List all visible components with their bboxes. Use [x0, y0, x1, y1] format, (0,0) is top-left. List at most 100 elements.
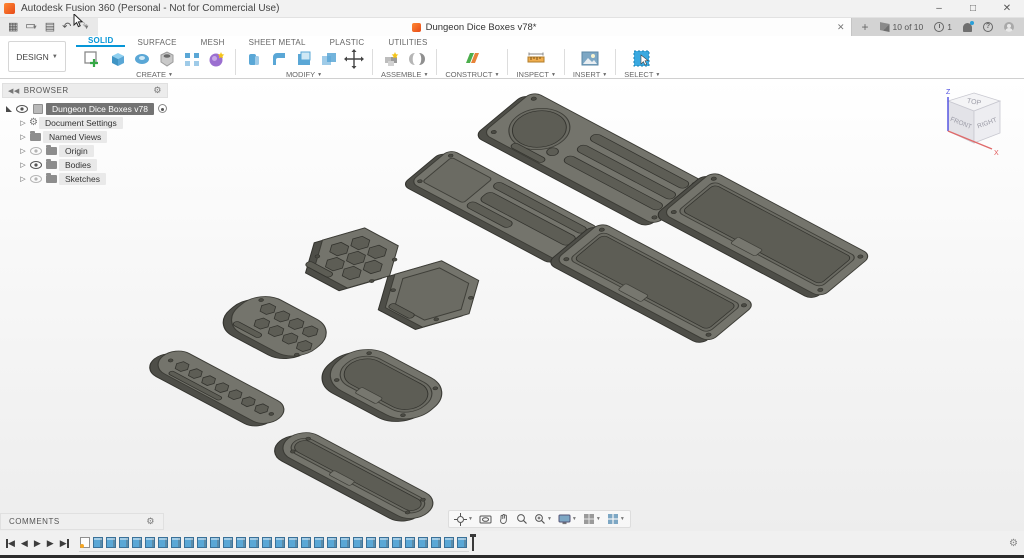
root-component-label[interactable]: Dungeon Dice Boxes v78 [46, 103, 154, 115]
close-button[interactable]: ✕ [990, 0, 1024, 17]
timeline-feature-extrude[interactable] [353, 537, 363, 548]
zoom-icon[interactable] [516, 513, 528, 525]
new-tab-button[interactable]: + [862, 20, 869, 34]
timeline-feature-extrude[interactable] [314, 537, 324, 548]
extrude-icon[interactable] [107, 49, 127, 69]
form-icon[interactable] [207, 49, 227, 69]
timeline-feature-extrude[interactable] [392, 537, 402, 548]
move-icon[interactable] [344, 49, 364, 69]
shell-icon[interactable] [294, 49, 314, 69]
timeline-feature-extrude[interactable] [444, 537, 454, 548]
timeline-feature-extrude[interactable] [184, 537, 194, 548]
group-insert-label[interactable]: INSERT▼ [573, 70, 607, 79]
timeline-feature-extrude[interactable] [275, 537, 285, 548]
group-modify-label[interactable]: MODIFY▼ [286, 70, 322, 79]
notifications-bell-icon[interactable] [963, 23, 972, 32]
fillet-icon[interactable] [269, 49, 289, 69]
chevron-right-icon[interactable]: ▷ [18, 161, 28, 169]
timeline-feature-extrude[interactable] [197, 537, 207, 548]
timeline-feature-extrude[interactable] [418, 537, 428, 548]
browser-item-document-settings[interactable]: ▷ ⚙ Document Settings [18, 116, 168, 129]
item-label[interactable]: Sketches [59, 173, 106, 185]
timeline-feature-extrude[interactable] [132, 537, 142, 548]
body-bar-lid[interactable] [266, 425, 441, 528]
item-label[interactable]: Document Settings [39, 117, 123, 129]
timeline-feature-extrude[interactable] [327, 537, 337, 548]
timeline-feature-extrude[interactable] [288, 537, 298, 548]
file-menu-icon[interactable]: ▭▼ [25, 17, 37, 37]
pan-icon[interactable] [498, 513, 510, 525]
joint-icon[interactable] [407, 49, 427, 69]
tab-utilities[interactable]: UTILITIES [376, 38, 439, 47]
browser-gear-icon[interactable]: ⚙ [153, 85, 162, 96]
item-label[interactable]: Origin [59, 145, 94, 157]
timeline-feature-extrude[interactable] [405, 537, 415, 548]
timeline-feature-extrude[interactable] [249, 537, 259, 548]
timeline-feature-extrude[interactable] [301, 537, 311, 548]
help-icon[interactable]: ? [983, 22, 993, 32]
timeline-feature-extrude[interactable] [262, 537, 272, 548]
timeline-feature-extrude[interactable] [431, 537, 441, 548]
press-pull-icon[interactable] [244, 49, 264, 69]
tab-plastic[interactable]: PLASTIC [318, 38, 377, 47]
step-forward-button[interactable]: ▶ [47, 538, 54, 549]
measure-icon[interactable] [526, 49, 546, 69]
job-status[interactable]: 1 [934, 22, 952, 32]
document-tab[interactable]: Dungeon Dice Boxes v78* ✕ [98, 18, 852, 36]
minimize-button[interactable]: – [922, 0, 956, 17]
versions-indicator[interactable]: 10 of 10 [880, 22, 924, 32]
group-create-label[interactable]: CREATE▼ [136, 70, 173, 79]
document-tab-close-icon[interactable]: ✕ [837, 22, 845, 33]
insert-image-icon[interactable] [580, 49, 600, 69]
body-oval-lid[interactable] [309, 339, 455, 431]
browser-item-named-views[interactable]: ▷ Named Views [18, 130, 168, 143]
timeline-feature-extrude[interactable] [119, 537, 129, 548]
timeline-feature-extrude[interactable] [158, 537, 168, 548]
viewports-icon[interactable]: ▼ [607, 513, 625, 525]
timeline-playhead[interactable] [472, 535, 474, 551]
orbit-icon[interactable]: ▼ [454, 513, 473, 526]
pattern-icon[interactable] [182, 49, 202, 69]
step-back-button[interactable]: ◀ [21, 538, 28, 549]
timeline-feature-extrude[interactable] [106, 537, 116, 548]
chevron-right-icon[interactable]: ▷ [18, 175, 28, 183]
body-bar-hexes[interactable] [142, 344, 291, 432]
play-button[interactable]: ▶ [34, 538, 41, 549]
display-settings-icon[interactable]: ▼ [558, 514, 577, 525]
timeline-settings-icon[interactable]: ⚙ [1009, 538, 1018, 549]
collapse-panel-icon[interactable]: ◀◀ [8, 87, 20, 95]
timeline-feature-extrude[interactable] [379, 537, 389, 548]
item-label[interactable]: Named Views [43, 131, 107, 143]
body-oval-tray-hexes[interactable] [212, 287, 338, 367]
visibility-eye-icon-dim[interactable] [30, 147, 42, 155]
model-canvas[interactable]: .ft { fill:#74746c; stroke:#3c3c36; stro… [0, 79, 1024, 531]
activate-component-radio[interactable] [158, 104, 167, 113]
revolve-icon[interactable] [132, 49, 152, 69]
select-icon[interactable] [632, 49, 652, 69]
look-at-icon[interactable] [479, 514, 492, 525]
chevron-right-icon[interactable]: ▷ [18, 147, 28, 155]
undo-icon[interactable]: ↶ [62, 18, 71, 36]
go-to-end-button[interactable]: ▶ [60, 538, 69, 549]
chevron-right-icon[interactable]: ▷ [18, 119, 28, 127]
tab-solid[interactable]: SOLID [76, 36, 125, 47]
save-icon[interactable]: ▤ [45, 18, 55, 36]
group-construct-label[interactable]: CONSTRUCT▼ [445, 70, 499, 79]
browser-item-sketches[interactable]: ▷ Sketches [18, 172, 168, 185]
avatar[interactable] [1004, 22, 1014, 32]
tab-surface[interactable]: SURFACE [125, 38, 188, 47]
timeline-feature-extrude[interactable] [145, 537, 155, 548]
construct-plane-icon[interactable] [462, 49, 482, 69]
new-component-icon[interactable] [382, 49, 402, 69]
grid-snaps-icon[interactable]: ▼ [583, 513, 601, 525]
chevron-right-icon[interactable]: ▷ [18, 133, 28, 141]
item-label[interactable]: Bodies [59, 159, 97, 171]
combine-icon[interactable] [319, 49, 339, 69]
viewcube[interactable]: TOP FRONT RIGHT Z X [934, 85, 1014, 163]
timeline-feature-extrude[interactable] [340, 537, 350, 548]
timeline-feature-extrude[interactable] [93, 537, 103, 548]
workspace-selector[interactable]: DESIGN ▼ [8, 41, 66, 72]
expanded-arrow-icon[interactable] [6, 106, 12, 112]
timeline-feature-extrude[interactable] [366, 537, 376, 548]
browser-item-origin[interactable]: ▷ Origin [18, 144, 168, 157]
